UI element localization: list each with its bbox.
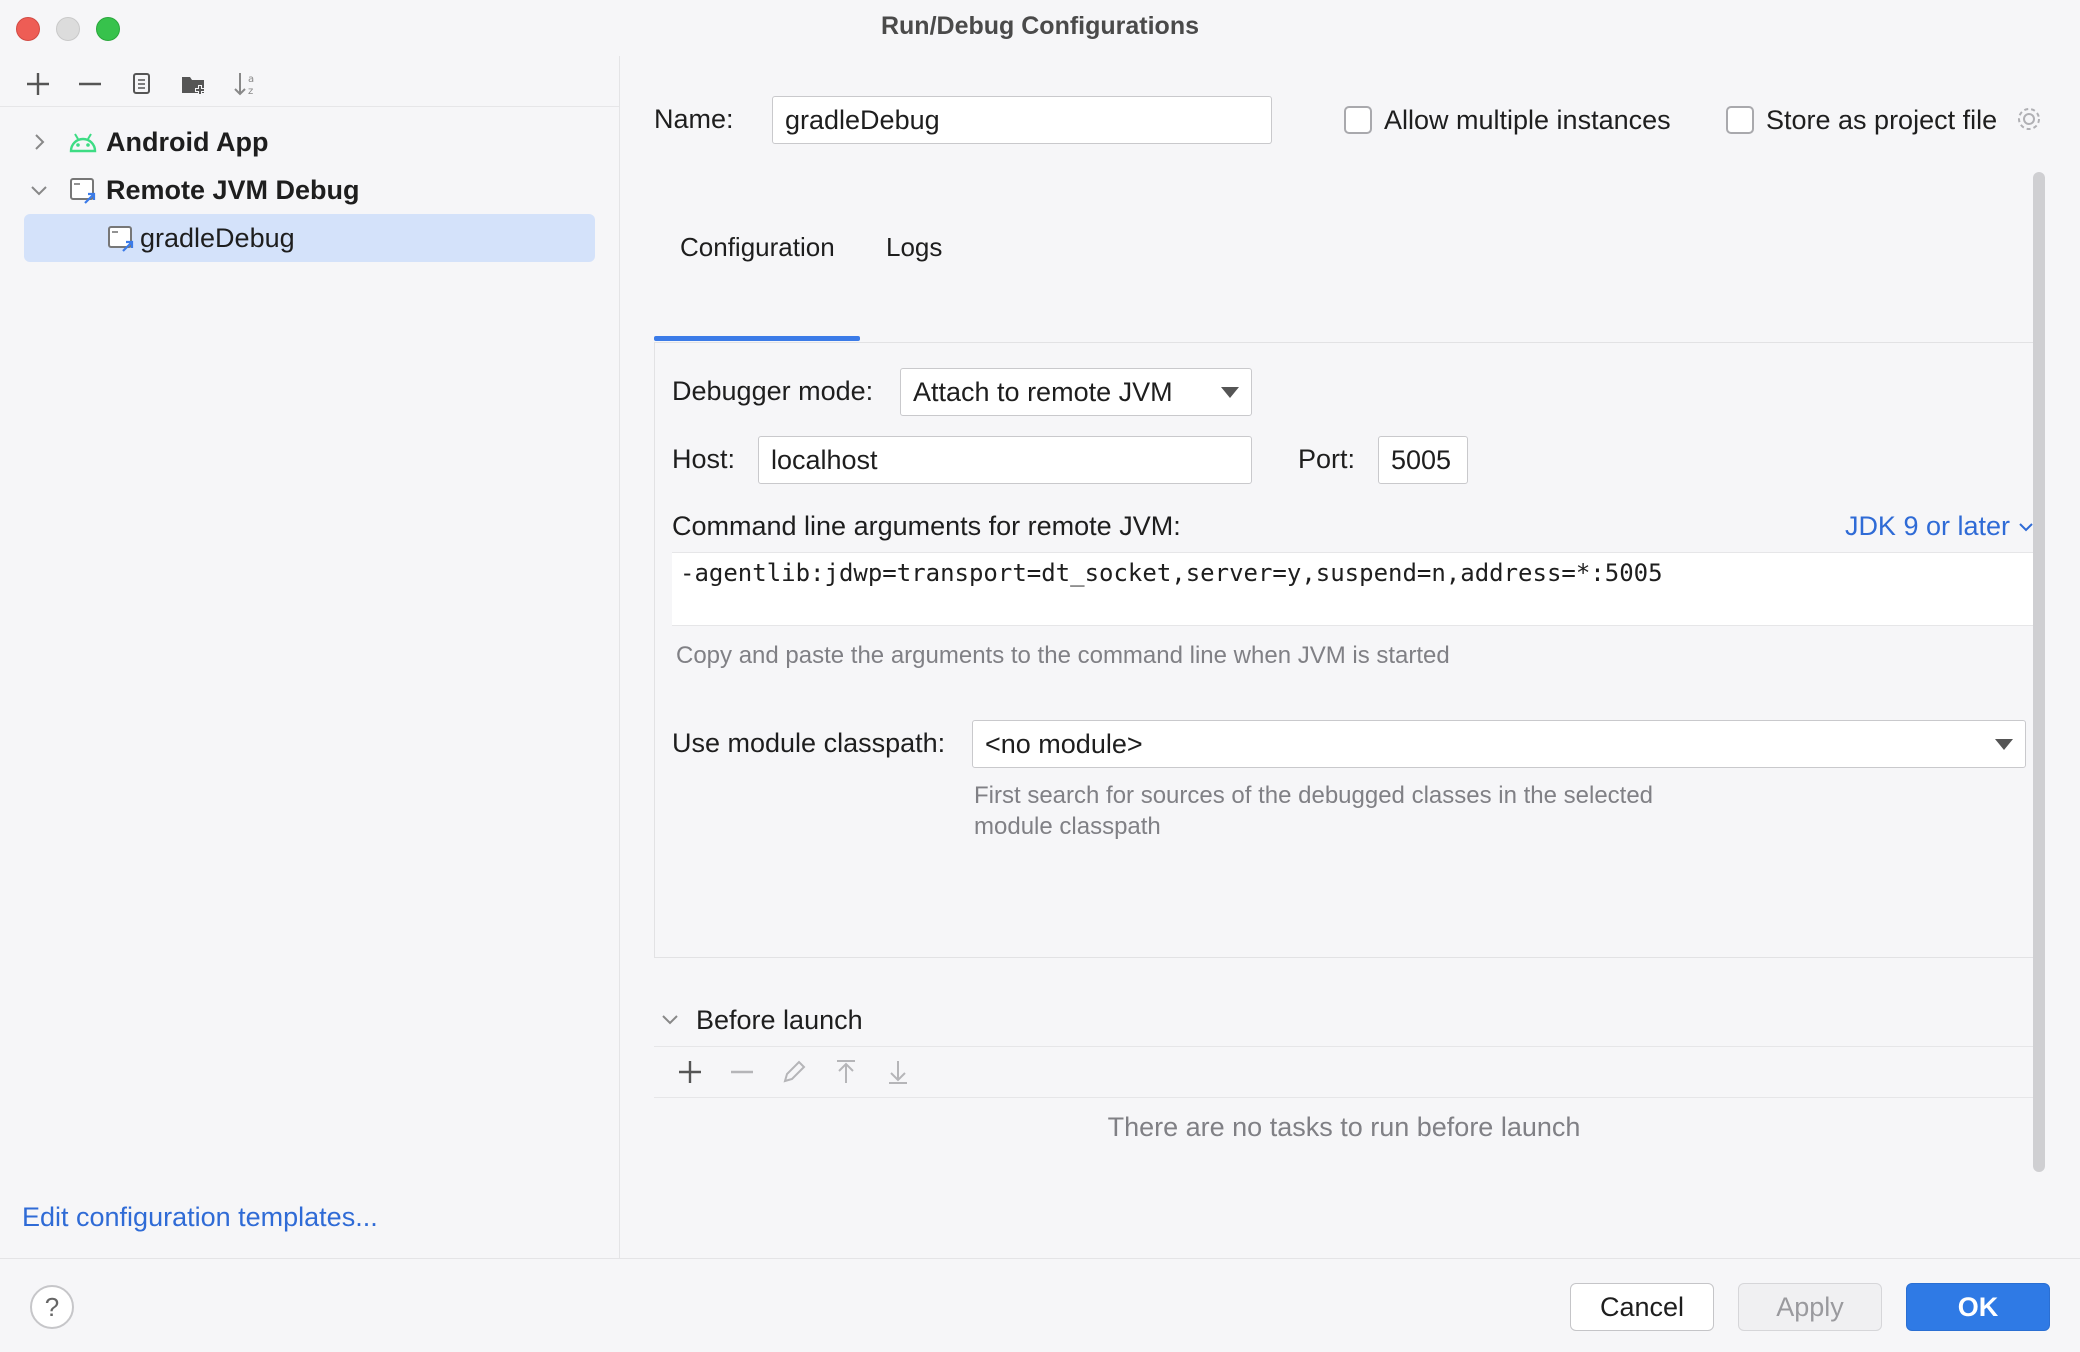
host-label: Host: [672, 444, 736, 474]
move-task-up-button[interactable] [820, 1050, 872, 1094]
tree-item-gradledebug[interactable]: gradleDebug [24, 214, 595, 262]
chevron-right-icon[interactable] [26, 129, 52, 155]
module-classpath-label: Use module classpath: [672, 728, 946, 758]
add-configuration-button[interactable] [12, 62, 64, 106]
before-launch-toolbar [654, 1046, 2034, 1098]
sort-configurations-button[interactable]: az [220, 62, 272, 106]
apply-button[interactable]: Apply [1738, 1283, 1882, 1331]
command-line-args-field[interactable]: -agentlib:jdwp=transport=dt_socket,serve… [672, 552, 2034, 626]
copy-icon [133, 73, 150, 94]
run-debug-configurations-window: Run/Debug Configurations az Android App … [0, 0, 2080, 1352]
allow-multiple-instances-checkbox[interactable] [1344, 106, 1372, 134]
tree-item-remote-jvm-debug[interactable]: Remote JVM Debug [0, 166, 619, 214]
sort-icon: az [234, 73, 254, 97]
cancel-button[interactable]: Cancel [1570, 1283, 1714, 1331]
command-line-args-label: Command line arguments for remote JVM: [672, 511, 1181, 541]
ok-button[interactable]: OK [1906, 1283, 2050, 1331]
module-classpath-select[interactable]: <no module> [972, 720, 2026, 768]
edit-task-button[interactable] [768, 1050, 820, 1094]
chevron-down-icon [662, 1015, 678, 1025]
command-line-args-hint: Copy and paste the arguments to the comm… [676, 642, 1450, 669]
add-icon [27, 73, 49, 95]
remote-debug-icon [66, 173, 100, 207]
jdk-version-selector[interactable]: JDK 9 or later [1845, 511, 2034, 542]
before-launch-title: Before launch [696, 1004, 863, 1035]
chevron-down-icon[interactable] [26, 177, 52, 203]
tab-logs[interactable]: Logs [886, 232, 942, 263]
add-icon [679, 1061, 701, 1083]
svg-text:z: z [248, 86, 253, 97]
tree-item-label: gradleDebug [140, 222, 295, 253]
dropdown-arrow-icon [1995, 739, 2013, 750]
move-task-down-button[interactable] [872, 1050, 924, 1094]
configuration-editor: Name: gradleDebug Allow multiple instanc… [620, 56, 2080, 1258]
svg-text:a: a [248, 74, 254, 85]
before-launch-empty-message: There are no tasks to run before launch [1107, 1112, 1581, 1142]
remote-debug-icon [104, 221, 138, 255]
move-down-icon [889, 1061, 907, 1084]
gear-icon[interactable] [2014, 104, 2046, 136]
chevron-down-icon [2019, 522, 2033, 531]
module-classpath-hint-line-1: First search for sources of the debugged… [974, 782, 1654, 809]
help-button[interactable]: ? [30, 1285, 74, 1329]
store-as-project-file-checkbox[interactable] [1726, 106, 1754, 134]
configuration-tree: Android App Remote JVM Debug gradleDebug [0, 118, 619, 262]
configurations-sidebar: az Android App Remote JVM Debug gradleDe… [0, 56, 620, 1258]
debugger-mode-select[interactable]: Attach to remote JVM [900, 368, 1252, 416]
debugger-mode-value: Attach to remote JVM [913, 376, 1173, 407]
module-classpath-value: <no module> [985, 728, 1143, 759]
remove-task-button[interactable] [716, 1050, 768, 1094]
new-folder-icon [182, 77, 205, 95]
android-icon [66, 125, 100, 159]
tree-item-label: Android App [106, 126, 269, 157]
active-tab-indicator [654, 336, 860, 341]
window-title: Run/Debug Configurations [880, 12, 1200, 40]
title-bar: Run/Debug Configurations [0, 0, 2080, 56]
dialog-footer: ? Cancel Apply OK [0, 1258, 2080, 1352]
debugger-mode-label: Debugger mode: [672, 376, 874, 406]
dropdown-arrow-icon [1221, 387, 1239, 398]
edit-icon [783, 1060, 806, 1083]
tab-configuration[interactable]: Configuration [680, 232, 835, 263]
module-classpath-hint-line-2: module classpath [974, 813, 1161, 840]
host-input[interactable]: localhost [758, 436, 1252, 484]
module-classpath-hint: First search for sources of the debugged… [974, 780, 1653, 842]
sidebar-toolbar-divider [0, 106, 619, 107]
port-input[interactable]: 5005 [1378, 436, 1468, 484]
move-up-icon [837, 1060, 855, 1083]
vertical-scrollbar[interactable] [2033, 172, 2045, 1172]
port-label: Port: [1298, 444, 1356, 474]
move-into-folder-button[interactable] [168, 62, 220, 106]
store-as-project-file-label: Store as project file [1766, 105, 1998, 135]
name-input[interactable]: gradleDebug [772, 96, 1272, 144]
sidebar-toolbar: az [12, 62, 272, 106]
remove-configuration-button[interactable] [64, 62, 116, 106]
name-label: Name: [654, 104, 734, 134]
tree-item-label: Remote JVM Debug [106, 174, 360, 205]
remove-icon [79, 82, 101, 86]
add-task-button[interactable] [664, 1050, 716, 1094]
tree-item-android-app[interactable]: Android App [0, 118, 619, 166]
help-icon: ? [44, 1291, 60, 1322]
before-launch-header[interactable]: Before launch [660, 998, 863, 1042]
copy-configuration-button[interactable] [116, 62, 168, 106]
allow-multiple-instances-label: Allow multiple instances [1384, 105, 1671, 135]
remove-icon [731, 1070, 753, 1074]
jdk-version-label: JDK 9 or later [1844, 511, 2010, 541]
edit-configuration-templates-link[interactable]: Edit configuration templates... [22, 1202, 378, 1233]
